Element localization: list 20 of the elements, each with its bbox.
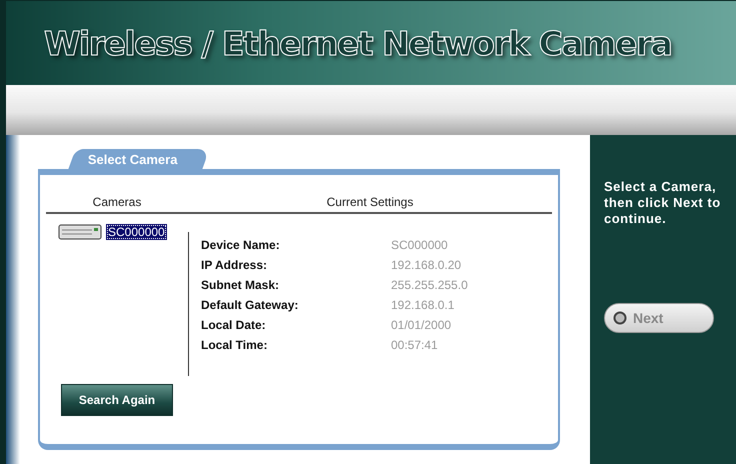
setting-value: 00:57:41 xyxy=(391,338,439,352)
network-device-icon xyxy=(58,224,102,240)
search-again-button[interactable]: Search Again xyxy=(61,384,173,416)
column-heading: Cameras xyxy=(92,195,142,209)
setting-value: 01/01/2000 xyxy=(391,318,452,332)
setting-value: 192.168.0.1 xyxy=(391,298,456,312)
setting-label: Local Date: xyxy=(201,318,267,332)
camera-list-item[interactable]: SC000000 xyxy=(106,224,167,240)
setting-label: Default Gateway: xyxy=(201,298,300,312)
instruction-text: Select a Camera, then click Next to continue. xyxy=(604,179,722,227)
column-heading: Current Settings xyxy=(326,195,414,209)
setting-label: Local Time: xyxy=(201,338,268,352)
header-title: Wireless / Ethernet Network Camera xyxy=(44,24,672,62)
setting-label: IP Address: xyxy=(201,258,268,272)
setting-value: 192.168.0.20 xyxy=(391,258,462,272)
setting-value: SC000000 xyxy=(391,238,449,252)
circle-icon xyxy=(613,311,627,325)
setting-label: Subnet Mask: xyxy=(201,278,280,292)
setting-label: Device Name: xyxy=(201,238,281,252)
setting-value: 255.255.255.0 xyxy=(391,278,468,292)
